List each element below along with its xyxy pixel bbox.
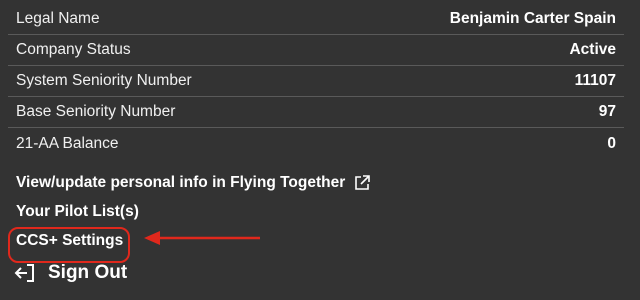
sign-out-label: Sign Out	[48, 262, 128, 283]
row-base-seniority: Base Seniority Number 97	[8, 97, 624, 128]
base-seniority-value: 97	[598, 103, 616, 120]
ccs-settings-wrap: CCS+ Settings	[8, 226, 130, 263]
row-21aa-balance: 21-AA Balance 0	[8, 128, 624, 159]
21aa-balance-value: 0	[607, 134, 616, 152]
sign-out-button[interactable]: Sign Out	[14, 262, 127, 284]
legal-name-value: Benjamin Carter Spain	[449, 10, 616, 27]
arrow-left-icon	[144, 231, 260, 245]
row-legal-name: Legal Name Benjamin Carter Spain	[8, 4, 624, 35]
profile-info-table: Legal Name Benjamin Carter Spain Company…	[8, 4, 624, 159]
row-company-status: Company Status Active	[8, 35, 624, 66]
ccs-settings-link-label: CCS+ Settings	[16, 231, 124, 249]
company-status-value: Active	[569, 41, 616, 58]
21aa-balance-label: 21-AA Balance	[16, 134, 119, 152]
personal-info-link[interactable]: View/update personal info in Flying Toge…	[16, 168, 371, 197]
system-seniority-value: 11107	[574, 72, 616, 89]
system-seniority-label: System Seniority Number	[16, 72, 192, 89]
personal-info-link-label: View/update personal info in Flying Toge…	[16, 173, 346, 191]
company-status-label: Company Status	[16, 41, 131, 58]
legal-name-label: Legal Name	[16, 10, 100, 27]
base-seniority-label: Base Seniority Number	[16, 103, 176, 120]
pilot-list-link[interactable]: Your Pilot List(s)	[16, 197, 371, 226]
pilot-list-link-label: Your Pilot List(s)	[16, 202, 139, 220]
row-system-seniority: System Seniority Number 11107	[8, 66, 624, 97]
sign-out-icon	[14, 264, 34, 282]
external-link-icon	[355, 174, 371, 190]
